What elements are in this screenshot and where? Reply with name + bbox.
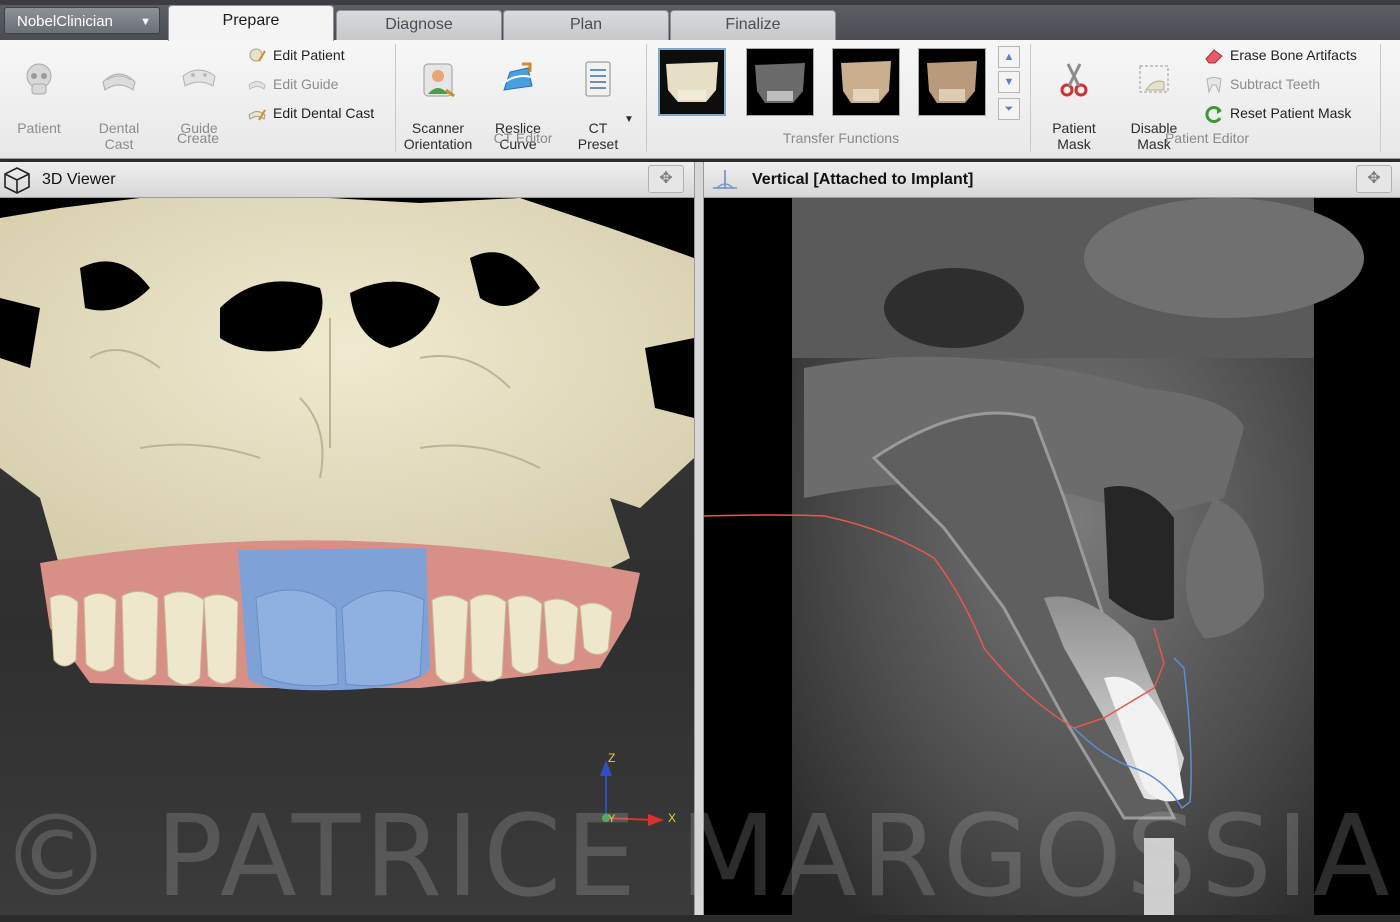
patient-button[interactable]: Patient [8,44,70,136]
subtract-teeth-label: Subtract Teeth [1230,76,1321,92]
move-arrows-icon: ✥ [659,170,673,187]
axis-y-label: Y [608,813,616,825]
ct-view-title: Vertical [Attached to Implant] [752,171,974,188]
patient-mask-button[interactable]: Patient Mask [1040,44,1108,152]
app-menu-button[interactable]: NobelClinician ▼ [4,7,160,34]
eraser-icon [1205,49,1223,64]
chevron-down-icon: ▼ [624,114,634,125]
edit-dental-cast-button[interactable]: Edit Dental Cast [247,102,374,124]
refresh-icon [1205,106,1222,124]
transfer-function-thumb-1[interactable] [658,48,726,116]
disable-mask-icon [1139,65,1169,93]
group-divider [1380,44,1381,152]
subtract-teeth-button[interactable]: Subtract Teeth [1204,73,1320,95]
viewer-3d-title: 3D Viewer [42,171,116,188]
maximize-3d-button[interactable]: ✥ [648,165,684,193]
ct-slice-image [704,198,1364,915]
dental-cast-label: Dental Cast [98,120,140,152]
create-group-label: Create [176,130,220,146]
viewer-3d-header: 3D Viewer ✥ [0,162,694,198]
reset-patient-mask-button[interactable]: Reset Patient Mask [1204,102,1351,124]
ct-preset-button[interactable]: CT Preset ▼ [566,44,634,168]
ct-editor-group-label: CT Editor [493,130,553,146]
edit-guide-button[interactable]: Edit Guide [247,73,338,95]
dental-cast-icon [102,73,136,91]
transfer-function-thumb-2[interactable] [746,48,814,116]
chevron-up-icon: ▲ [1003,51,1015,63]
tab-label: Plan [569,16,603,33]
tab-label: Prepare [222,12,280,29]
guide-icon [182,69,216,87]
tab-diagnose[interactable]: Diagnose [336,10,502,40]
grayscale-preset-thumbnail [755,63,805,103]
skull-icon [26,63,52,95]
axis-x-label: X [668,811,676,825]
erase-bone-artifacts-label: Erase Bone Artifacts [1230,47,1357,63]
maximize-ct-button[interactable]: ✥ [1356,165,1392,193]
group-divider [1030,44,1031,152]
bone-preset-thumbnail [666,62,718,102]
patient-editor-group-label: Patient Editor [1164,130,1250,146]
tooth-icon [1206,77,1222,95]
tab-prepare[interactable]: Prepare [168,5,334,41]
panel-splitter[interactable] [694,162,704,915]
chevron-down-icon: ▼ [140,16,151,28]
ct-preset-label: CT Preset [577,120,619,152]
soft-tissue-preset-thumbnail [841,61,891,103]
edit-patient-label: Edit Patient [273,47,345,63]
vertical-slice-icon [713,170,737,189]
edit-guide-label: Edit Guide [273,76,339,92]
tab-finalize[interactable]: Finalize [670,10,836,40]
viewer-3d-canvas[interactable]: Z Y X [0,198,694,915]
guide-button[interactable]: Guide [168,44,230,136]
transfer-function-thumb-3[interactable] [832,48,900,116]
scroll-up-button[interactable]: ▲ [998,46,1020,68]
tab-label: Finalize [725,16,781,33]
move-arrows-icon: ✥ [1367,170,1381,187]
scanner-orientation-label: Scanner Orientation [403,120,473,152]
ct-view-header: Vertical [Attached to Implant] ✥ [704,162,1400,198]
expand-icon: ⏷ [1004,103,1014,115]
erase-bone-artifacts-button[interactable]: Erase Bone Artifacts [1204,44,1357,66]
group-divider [646,44,647,152]
scroll-down-button[interactable]: ▼ [998,71,1020,93]
patient-mask-label: Patient Mask [1052,120,1096,152]
ribbon-toolbar: Patient Dental Cast Guide Edit Patient E… [0,40,1400,159]
reset-patient-mask-label: Reset Patient Mask [1230,105,1352,121]
guide-edit-icon [248,81,266,91]
edit-patient-button[interactable]: Edit Patient [247,44,345,66]
top-bar: NobelClinician ▼ Prepare Diagnose Plan F… [0,0,1400,41]
transfer-functions-group-label: Transfer Functions [782,130,900,146]
chevron-down-icon: ▼ [1003,76,1015,88]
edit-dental-cast-label: Edit Dental Cast [273,105,375,121]
skull-edit-icon [249,48,266,62]
patient-label: Patient [17,120,61,136]
ct-slice-canvas[interactable] [704,198,1400,915]
scanner-orientation-button[interactable]: Scanner Orientation [398,44,478,152]
dental-cast-button[interactable]: Dental Cast [86,44,152,152]
tab-label: Diagnose [385,16,453,33]
skull-3d-render: Z Y X [0,198,694,826]
axis-z-label: Z [608,751,615,765]
reslice-curve-icon [501,62,535,91]
tab-plan[interactable]: Plan [503,10,669,40]
app-menu-label: NobelClinician [17,13,113,30]
dental-cast-edit-icon [248,109,266,121]
group-divider [395,44,396,152]
cube-icon [4,167,30,194]
expand-gallery-button[interactable]: ⏷ [998,98,1020,120]
ct-preset-icon [585,61,611,97]
scissors-icon [1060,63,1088,97]
scanner-orientation-icon [423,63,455,98]
skin-preset-thumbnail [927,61,977,103]
transfer-function-thumb-4[interactable] [918,48,986,116]
